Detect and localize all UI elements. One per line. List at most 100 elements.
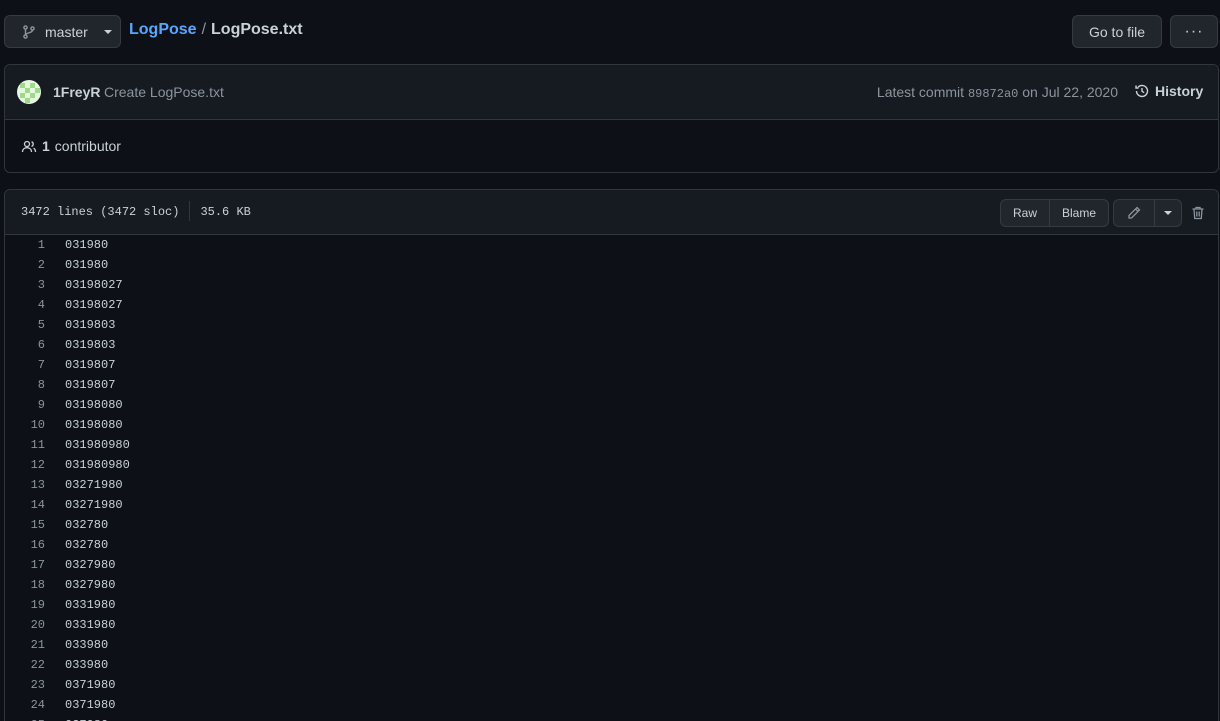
code-line: 10 03198080 — [5, 415, 1218, 435]
breadcrumb: LogPose / LogPose.txt — [129, 21, 303, 39]
line-content: 032780 — [65, 518, 109, 532]
code-line: 19 0331980 — [5, 595, 1218, 615]
go-to-file-button[interactable]: Go to file — [1072, 15, 1162, 48]
line-number[interactable]: 18 — [5, 575, 45, 595]
line-content: 031980 — [65, 238, 109, 252]
line-content: 031980980 — [65, 458, 130, 472]
git-branch-icon — [23, 24, 35, 39]
code-line: 23 0371980 — [5, 675, 1218, 695]
line-content: 03198027 — [65, 278, 123, 292]
line-number[interactable]: 17 — [5, 555, 45, 575]
more-options-button[interactable]: ··· — [1170, 15, 1218, 48]
line-content: 033980 — [65, 658, 109, 672]
line-number[interactable]: 20 — [5, 615, 45, 635]
line-content: 031980 — [65, 258, 109, 272]
line-number[interactable]: 24 — [5, 695, 45, 715]
file-size: 35.6 KB — [200, 205, 251, 219]
line-number[interactable]: 11 — [5, 435, 45, 455]
line-number[interactable]: 8 — [5, 375, 45, 395]
commit-author-link[interactable]: 1FreyR — [53, 84, 100, 100]
divider — [189, 201, 191, 221]
line-number[interactable]: 25 — [5, 715, 45, 721]
line-number[interactable]: 16 — [5, 535, 45, 555]
line-number[interactable]: 13 — [5, 475, 45, 495]
line-number[interactable]: 22 — [5, 655, 45, 675]
line-number[interactable]: 2 — [5, 255, 45, 275]
file-info: 3472 lines (3472 sloc) 35.6 KB — [21, 201, 251, 221]
line-number[interactable]: 1 — [5, 235, 45, 255]
code-line: 16 032780 — [5, 535, 1218, 555]
raw-button[interactable]: Raw — [1000, 199, 1050, 227]
code-line: 13 03271980 — [5, 475, 1218, 495]
line-content: 0327980 — [65, 558, 116, 572]
line-number[interactable]: 10 — [5, 415, 45, 435]
line-content: 033980 — [65, 638, 109, 652]
latest-commit-label: Latest commit — [876, 84, 965, 100]
line-content: 0331980 — [65, 618, 116, 632]
history-icon — [1135, 84, 1149, 98]
line-number[interactable]: 12 — [5, 455, 45, 475]
contributors-row: 1 contributor — [5, 120, 1218, 172]
file-viewer: 3472 lines (3472 sloc) 35.6 KB Raw Blame… — [4, 189, 1219, 721]
line-content: 03271980 — [65, 498, 123, 512]
line-number[interactable]: 3 — [5, 275, 45, 295]
branch-select-button[interactable]: master — [4, 15, 121, 48]
code-line: 11 031980980 — [5, 435, 1218, 455]
line-content: 032780 — [65, 538, 109, 552]
code-line: 21 033980 — [5, 635, 1218, 655]
breadcrumb-repo-link[interactable]: LogPose — [129, 21, 197, 38]
code-line: 24 0371980 — [5, 695, 1218, 715]
line-number[interactable]: 9 — [5, 395, 45, 415]
contributor-label: contributor — [54, 138, 121, 154]
code-line: 2 031980 — [5, 255, 1218, 275]
line-content: 0371980 — [65, 678, 116, 692]
line-content: 03271980 — [65, 478, 123, 492]
code-line: 5 0319803 — [5, 315, 1218, 335]
commit-message-link[interactable]: Create LogPose.txt — [104, 84, 224, 100]
line-number[interactable]: 7 — [5, 355, 45, 375]
line-content: 03198080 — [65, 398, 123, 412]
edit-options-button[interactable] — [1155, 199, 1182, 227]
contributor-count: 1 — [42, 138, 50, 154]
edit-button[interactable] — [1113, 199, 1155, 227]
code-line: 8 0319807 — [5, 375, 1218, 395]
people-icon — [21, 140, 37, 153]
line-content: 037980 — [45, 715, 108, 721]
line-content: 03198080 — [65, 418, 123, 432]
commit-meta: Latest commit 89872a0 on Jul 22, 2020 — [877, 84, 1118, 101]
chevron-down-icon — [103, 29, 112, 34]
line-number[interactable]: 21 — [5, 635, 45, 655]
trash-icon[interactable] — [1190, 205, 1206, 221]
code-line: 22 033980 — [5, 655, 1218, 675]
contributors-link[interactable]: 1 contributor — [21, 138, 121, 154]
avatar[interactable] — [17, 80, 41, 104]
code-line: 15 032780 — [5, 515, 1218, 535]
breadcrumb-separator: / — [201, 21, 207, 38]
code-line: 12 031980980 — [5, 455, 1218, 475]
code-line: 20 0331980 — [5, 615, 1218, 635]
breadcrumb-file-name: LogPose.txt — [211, 21, 303, 38]
pencil-icon — [1128, 206, 1141, 219]
line-content: 0331980 — [65, 598, 116, 612]
history-link[interactable]: History — [1134, 83, 1203, 99]
line-number[interactable]: 6 — [5, 335, 45, 355]
line-content: 0319803 — [65, 338, 116, 352]
code-line: 25037980 — [5, 715, 1218, 721]
line-number[interactable]: 5 — [5, 315, 45, 335]
latest-commit-row: 1FreyR Create LogPose.txt Latest commit … — [5, 65, 1218, 120]
line-number[interactable]: 23 — [5, 675, 45, 695]
line-number[interactable]: 14 — [5, 495, 45, 515]
code-line: 9 03198080 — [5, 395, 1218, 415]
blame-button[interactable]: Blame — [1050, 199, 1109, 227]
code-line: 1 031980 — [5, 235, 1218, 255]
raw-blame-group: Raw Blame — [1000, 199, 1109, 227]
commit-sha-link[interactable]: 89872a0 — [968, 87, 1018, 101]
line-number[interactable]: 4 — [5, 295, 45, 315]
history-label: History — [1155, 83, 1204, 99]
chevron-down-icon — [1164, 211, 1172, 215]
branch-name: master — [45, 23, 88, 40]
line-content: 03198027 — [65, 298, 123, 312]
code-line: 18 0327980 — [5, 575, 1218, 595]
line-number[interactable]: 15 — [5, 515, 45, 535]
line-number[interactable]: 19 — [5, 595, 45, 615]
